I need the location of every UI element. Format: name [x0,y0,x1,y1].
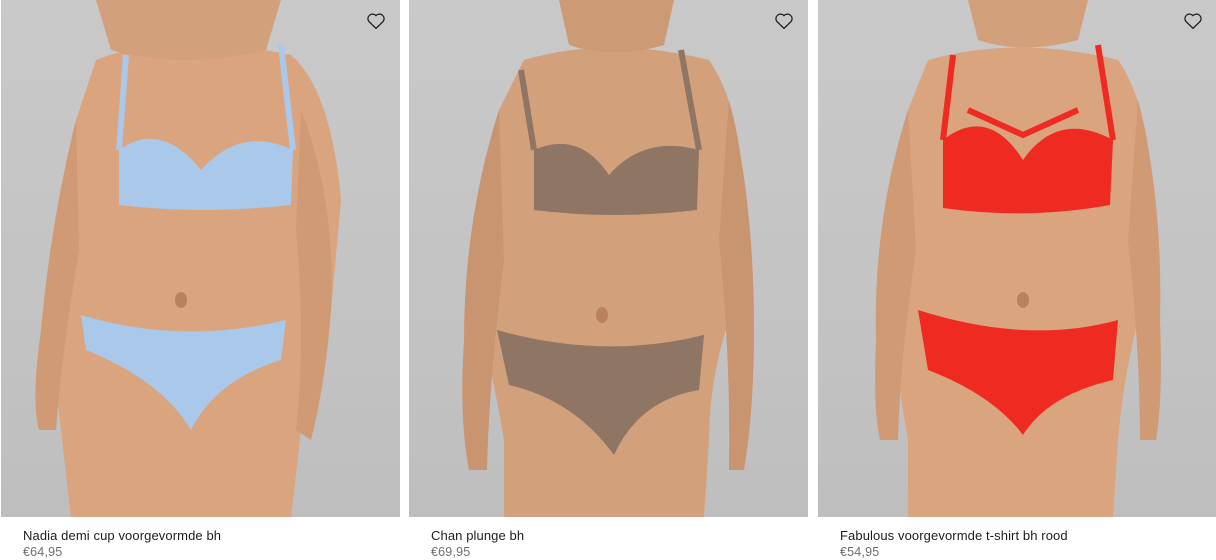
product-name[interactable]: Fabulous voorgevormde t-shirt bh rood [840,528,1216,544]
product-image[interactable] [818,0,1216,517]
heart-outline-icon [1184,13,1202,30]
model-photo [35,0,341,517]
product-card[interactable]: Nadia demi cup voorgevormde bh €64,95 [1,0,400,560]
product-name[interactable]: Nadia demi cup voorgevormde bh [23,528,400,544]
wishlist-button[interactable] [1181,9,1205,33]
product-price: €64,95 [23,545,63,559]
heart-outline-icon [775,13,793,30]
product-price: €69,95 [431,545,471,559]
product-name[interactable]: Chan plunge bh [431,528,808,544]
product-card[interactable]: Chan plunge bh €69,95 [409,0,808,560]
product-card[interactable]: Fabulous voorgevormde t-shirt bh rood €5… [818,0,1216,560]
model-photo [875,0,1161,517]
model-photo [462,0,754,517]
product-grid: Nadia demi cup voorgevormde bh €64,95 Ch… [0,0,1216,560]
product-image[interactable] [1,0,400,517]
product-info: Fabulous voorgevormde t-shirt bh rood €5… [818,517,1216,560]
wishlist-button[interactable] [772,9,796,33]
product-info: Chan plunge bh €69,95 [409,517,808,560]
product-price: €54,95 [840,545,880,559]
product-info: Nadia demi cup voorgevormde bh €64,95 [1,517,400,560]
wishlist-button[interactable] [364,9,388,33]
product-image[interactable] [409,0,808,517]
heart-outline-icon [367,13,385,30]
